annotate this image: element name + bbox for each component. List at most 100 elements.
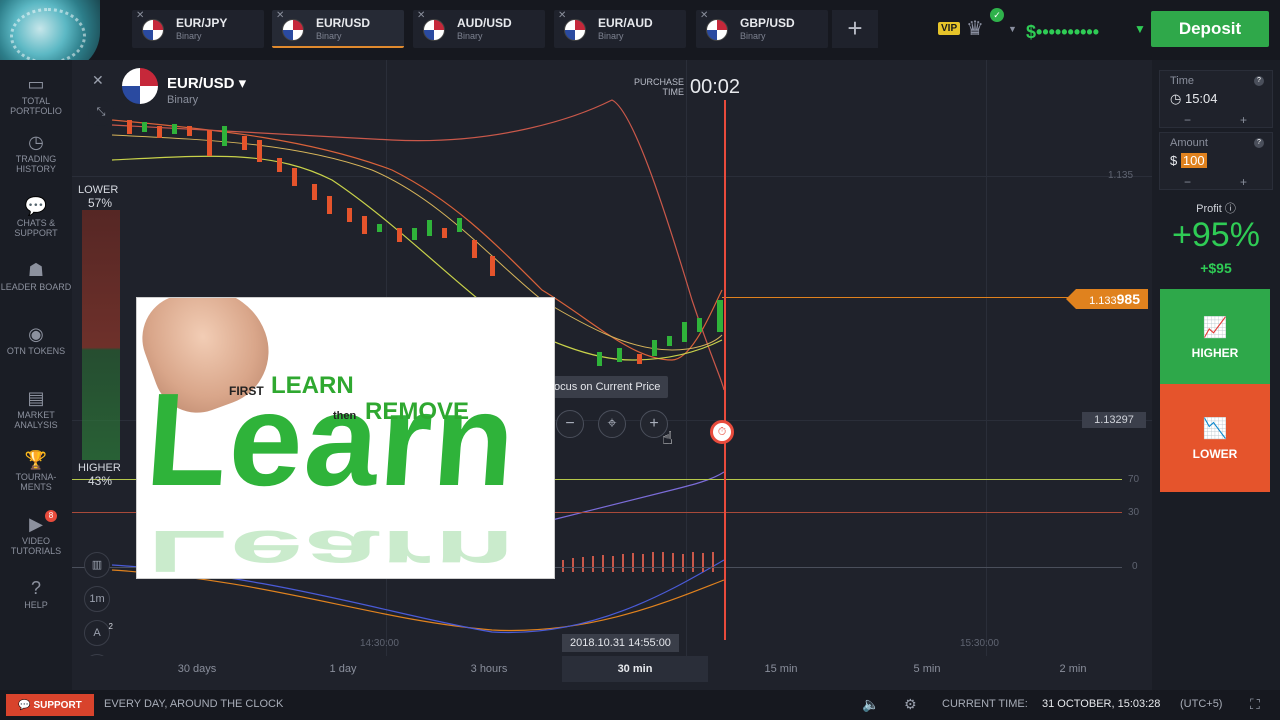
volume-bars: [562, 552, 714, 572]
tab-pair: EUR/JPY: [176, 16, 228, 30]
asset-tab-euraud[interactable]: ✕ EUR/AUD Binary: [554, 10, 686, 48]
interval-button[interactable]: 1m: [84, 586, 110, 612]
analysis-icon: ▤: [27, 388, 45, 408]
close-tab-icon[interactable]: ✕: [417, 10, 425, 21]
sidebar-item-analysis[interactable]: ▤ MARKET ANALYSIS: [0, 388, 72, 430]
gear-icon[interactable]: ⚙: [904, 696, 917, 713]
sidebar-item-label: TOTAL PORTFOLIO: [10, 96, 62, 116]
chat-icon: 💬: [18, 699, 31, 711]
asset-tab-gbpusd[interactable]: ✕ GBP/USD Binary: [696, 10, 828, 48]
close-tab-icon[interactable]: ✕: [276, 10, 284, 21]
focus-price-button[interactable]: ⌖: [598, 410, 626, 438]
sidebar-item-history[interactable]: ◷ TRADING HISTORY: [0, 132, 72, 174]
timeframe-3-hours[interactable]: 3 hours: [416, 656, 562, 682]
time-value: ◷ 15:04: [1170, 91, 1218, 106]
check-icon: ✓: [990, 8, 1004, 22]
sidebar-item-label: TOURNA- MENTS: [15, 472, 57, 492]
tab-pair: AUD/USD: [457, 16, 512, 30]
asset-tab-audusd[interactable]: ✕ AUD/USD Binary: [413, 10, 545, 48]
sidebar-item-portfolio[interactable]: ▭ TOTAL PORTFOLIO: [0, 74, 72, 116]
timeframe-1-day[interactable]: 1 day: [270, 656, 416, 682]
sidebar-item-label: CHATS & SUPPORT: [14, 218, 58, 238]
sidebar-item-leaderboard[interactable]: ☗ LEADER BOARD: [0, 260, 72, 292]
expiration-line: [724, 100, 726, 640]
current-price-line: [722, 297, 1122, 298]
lower-button[interactable]: 📉 LOWER: [1160, 384, 1270, 492]
time-axis-label: 15:30:00: [960, 638, 999, 649]
support-tagline: EVERY DAY, AROUND THE CLOCK: [104, 698, 284, 710]
help-icon[interactable]: ?: [1254, 76, 1264, 86]
higher-button[interactable]: 📈 HIGHER: [1160, 289, 1270, 386]
asset-name: EUR/USD ▾: [167, 75, 247, 92]
sidebar-item-label: HELP: [24, 600, 48, 610]
timeframe-15-min[interactable]: 15 min: [708, 656, 854, 682]
status-bar: 💬 SUPPORT EVERY DAY, AROUND THE CLOCK 🔈 …: [0, 690, 1280, 720]
sidebar-item-chats[interactable]: 💬 CHATS & SUPPORT: [0, 196, 72, 238]
asset-tab-eurjpy[interactable]: ✕ EUR/JPY Binary: [132, 10, 264, 48]
crown-icon[interactable]: ♛: [966, 16, 984, 41]
trader-sentiment-bar: [82, 210, 120, 460]
close-tab-icon[interactable]: ✕: [136, 10, 144, 21]
close-tab-icon[interactable]: ✕: [700, 10, 708, 21]
crosshair-date-tag: 2018.10.31 14:55:00: [562, 634, 679, 652]
amount-minus-button[interactable]: −: [1184, 175, 1191, 189]
price-axis-label: 1.135: [1108, 170, 1134, 181]
time-minus-button[interactable]: −: [1184, 113, 1191, 127]
top-bar: ✕ EUR/JPY Binary ✕ EUR/USD Binary ✕ AUD/…: [0, 0, 1280, 72]
account-balance[interactable]: $••••••••••: [1026, 22, 1099, 43]
current-time-value: 31 OCTOBER, 15:03:28: [1042, 698, 1161, 710]
ad-then: then: [333, 410, 357, 422]
tab-kind: Binary: [598, 31, 624, 41]
flag-icon: [122, 68, 158, 104]
fullscreen-chart-icon[interactable]: ⤡: [88, 100, 114, 126]
chevron-down-icon[interactable]: ▼: [1008, 24, 1017, 34]
profit-label: Profit ⓘ: [1196, 203, 1236, 215]
sidebar-item-help[interactable]: ? HELP: [0, 578, 72, 610]
left-sidebar: ▭ TOTAL PORTFOLIO ◷ TRADING HISTORY 💬 CH…: [0, 60, 72, 690]
timeframe-30-days[interactable]: 30 days: [124, 656, 270, 682]
sidebar-item-label: OTN TOKENS: [6, 346, 66, 356]
timeframe-5-min[interactable]: 5 min: [854, 656, 1000, 682]
volume-icon[interactable]: 🔈: [862, 696, 879, 713]
deposit-button[interactable]: Deposit: [1151, 11, 1269, 47]
ad-learn: LEARN: [271, 372, 354, 399]
ad-first: FIRST: [229, 384, 264, 398]
flag-icon: [423, 19, 445, 41]
sidebar-item-tournaments[interactable]: 🏆 TOURNA- MENTS: [0, 450, 72, 492]
chart-type-button[interactable]: ▥: [84, 552, 110, 578]
chevron-down-icon[interactable]: ▼: [1134, 22, 1146, 36]
amount-plus-button[interactable]: +: [1240, 175, 1247, 189]
crosshair-icon: ⌖: [607, 415, 617, 432]
timeframe-2-min[interactable]: 2 min: [1000, 656, 1146, 682]
fullscreen-icon[interactable]: ⛶: [1250, 696, 1260, 713]
chart-down-icon: 📉: [1202, 417, 1228, 440]
support-button[interactable]: 💬 SUPPORT: [6, 694, 94, 716]
flag-icon: [706, 19, 728, 41]
tab-pair: EUR/AUD: [598, 16, 653, 30]
time-plus-button[interactable]: +: [1240, 113, 1247, 127]
tab-kind: Binary: [316, 31, 342, 41]
amount-field[interactable]: Amount ? $ 100 − +: [1159, 132, 1273, 190]
help-icon[interactable]: ⓘ: [1225, 203, 1236, 215]
help-icon[interactable]: ?: [1254, 138, 1264, 148]
zoom-out-button[interactable]: −: [556, 410, 584, 438]
sidebar-item-label: LEADER BOARD: [0, 282, 72, 292]
macd-axis-label: 0: [1132, 561, 1138, 572]
timer-icon: ⏱: [710, 420, 734, 444]
drawing-tools-button[interactable]: A2: [84, 620, 113, 646]
timeframe-30-min[interactable]: 30 min: [562, 656, 708, 682]
tab-pair: EUR/USD: [316, 16, 371, 30]
close-tab-icon[interactable]: ✕: [558, 10, 566, 21]
amount-value[interactable]: $ 100: [1170, 153, 1207, 168]
asset-tab-eurusd[interactable]: ✕ EUR/USD Binary: [272, 10, 404, 48]
tab-kind: Binary: [457, 31, 483, 41]
add-tab-button[interactable]: +: [832, 10, 878, 48]
trophy-icon: 🏆: [24, 450, 48, 470]
sidebar-item-otn[interactable]: ◉ OTN TOKENS: [0, 324, 72, 356]
time-field[interactable]: Time ? ◷ 15:04 − +: [1159, 70, 1273, 128]
close-icon[interactable]: ✕: [92, 72, 104, 89]
chart-up-icon: 📈: [1202, 317, 1228, 339]
sidebar-item-video[interactable]: ▶ 8 VIDEO TUTORIALS: [0, 510, 72, 556]
sidebar-item-label: TRADING HISTORY: [15, 154, 57, 174]
otn-icon: ◉: [28, 324, 44, 344]
